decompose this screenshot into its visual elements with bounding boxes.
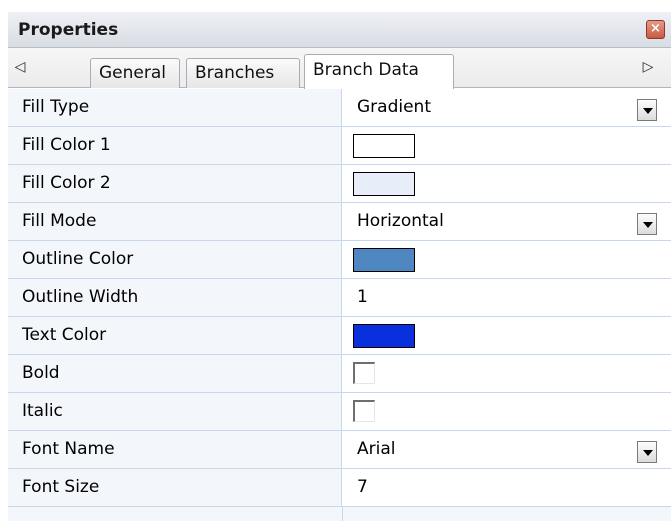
property-row-outline-width[interactable]: Outline Width 1 (8, 279, 671, 317)
property-row-outline-color[interactable]: Outline Color (8, 241, 671, 279)
italic-checkbox[interactable] (353, 400, 375, 422)
property-value-text[interactable]: 7 (343, 469, 671, 506)
property-name: Outline Color (8, 241, 342, 278)
property-value-dropdown[interactable]: Arial (343, 431, 671, 468)
property-value-text[interactable]: 1 (343, 279, 671, 316)
property-name: Italic (8, 393, 342, 430)
close-icon: × (650, 21, 661, 36)
property-name: Text Color (8, 317, 342, 354)
property-grid: Fill Type Gradient Fill Color 1 Fill Col… (8, 89, 671, 521)
chevron-down-icon[interactable] (637, 99, 657, 121)
tab-scroll-left-icon[interactable]: ◁ (10, 54, 30, 80)
property-name: Fill Color 2 (8, 165, 342, 202)
tab-branches[interactable]: Branches (186, 58, 300, 88)
property-name: Bold (8, 355, 342, 392)
properties-panel: Properties × ◁ General Branches Branch D… (0, 0, 671, 521)
grid-empty-area (8, 507, 671, 521)
tab-scroll-right-icon[interactable]: ▷ (638, 54, 658, 80)
property-row-font-name[interactable]: Font Name Arial (8, 431, 671, 469)
chevron-down-icon[interactable] (637, 213, 657, 235)
property-row-italic[interactable]: Italic (8, 393, 671, 431)
color-swatch[interactable] (353, 324, 415, 348)
tab-strip: ◁ General Branches Branch Data ▷ (8, 48, 671, 89)
property-row-text-color[interactable]: Text Color (8, 317, 671, 355)
close-button[interactable]: × (646, 20, 665, 39)
color-swatch[interactable] (353, 172, 415, 196)
property-row-fill-color-1[interactable]: Fill Color 1 (8, 127, 671, 165)
property-row-fill-mode[interactable]: Fill Mode Horizontal (8, 203, 671, 241)
property-name: Fill Mode (8, 203, 342, 240)
property-row-font-size[interactable]: Font Size 7 (8, 469, 671, 507)
property-value-dropdown[interactable]: Gradient (343, 89, 671, 126)
column-divider[interactable] (342, 507, 343, 521)
property-row-fill-type[interactable]: Fill Type Gradient (8, 89, 671, 127)
property-name: Font Name (8, 431, 342, 468)
color-swatch[interactable] (353, 134, 415, 158)
property-name: Fill Color 1 (8, 127, 342, 164)
property-row-fill-color-2[interactable]: Fill Color 2 (8, 165, 671, 203)
bold-checkbox[interactable] (353, 362, 375, 384)
color-swatch[interactable] (353, 248, 415, 272)
property-row-bold[interactable]: Bold (8, 355, 671, 393)
chevron-down-icon[interactable] (637, 441, 657, 463)
tab-branch-data[interactable]: Branch Data (304, 54, 454, 89)
property-value-dropdown[interactable]: Horizontal (343, 203, 671, 240)
property-name: Font Size (8, 469, 342, 506)
panel-title: Properties (18, 20, 119, 40)
property-name: Fill Type (8, 89, 342, 126)
property-name: Outline Width (8, 279, 342, 316)
panel-titlebar: Properties × (8, 12, 671, 48)
tab-general[interactable]: General (90, 58, 180, 88)
